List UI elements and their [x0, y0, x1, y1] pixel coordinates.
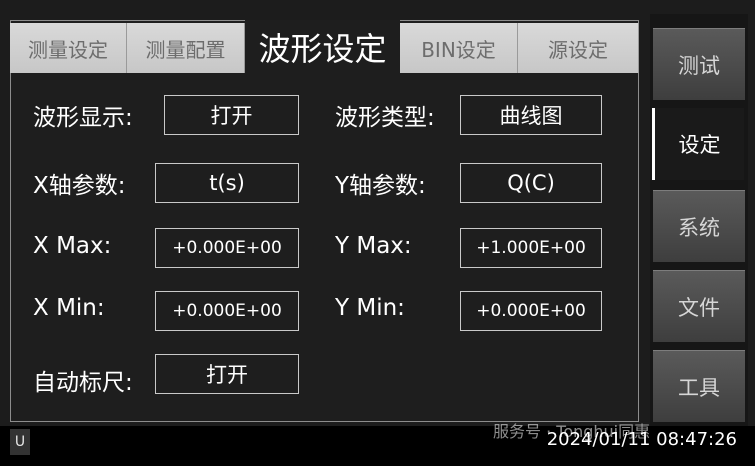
tab-measure-config[interactable]: 测量配置 — [127, 23, 245, 73]
usb-badge: U — [10, 429, 30, 455]
auto-scale-field[interactable]: 打开 — [155, 354, 299, 394]
nav-setup-button[interactable]: 设定 — [652, 108, 744, 180]
tab-source-setup[interactable]: 源设定 — [518, 23, 639, 73]
y-min-field[interactable]: +0.000E+00 — [460, 291, 602, 331]
tab-bar: 测量设定 测量配置 波形设定 BIN设定 源设定 — [10, 20, 639, 73]
wave-type-label: 波形类型: — [335, 105, 435, 131]
x-min-label: X Min: — [33, 295, 105, 321]
instrument-screen: 测量设定 测量配置 波形设定 BIN设定 源设定 波形显示: 打开 波形类型: … — [0, 0, 755, 466]
wave-display-label: 波形显示: — [33, 105, 133, 131]
tab-waveform-setup[interactable]: 波形设定 — [245, 20, 400, 73]
x-param-label: X轴参数: — [33, 173, 126, 199]
nav-test-button[interactable]: 测试 — [653, 28, 745, 100]
y-param-field[interactable]: Q(C) — [460, 163, 602, 203]
datetime: 2024/01/11 08:47:26 — [546, 429, 737, 450]
wave-type-field[interactable]: 曲线图 — [460, 95, 602, 135]
nav-file-button[interactable]: 文件 — [653, 270, 745, 342]
x-max-field[interactable]: +0.000E+00 — [155, 228, 299, 268]
tab-bin-setup[interactable]: BIN设定 — [400, 23, 518, 73]
nav-tools-button[interactable]: 工具 — [653, 350, 745, 422]
x-max-label: X Max: — [33, 233, 112, 259]
settings-panel — [10, 20, 639, 422]
x-param-field[interactable]: t(s) — [155, 163, 299, 203]
auto-scale-label: 自动标尺: — [33, 370, 133, 396]
y-max-field[interactable]: +1.000E+00 — [460, 228, 602, 268]
y-max-label: Y Max: — [335, 233, 412, 259]
y-min-label: Y Min: — [335, 295, 405, 321]
wave-display-field[interactable]: 打开 — [164, 95, 299, 135]
y-param-label: Y轴参数: — [335, 173, 426, 199]
x-min-field[interactable]: +0.000E+00 — [155, 291, 299, 331]
nav-system-button[interactable]: 系统 — [653, 190, 745, 262]
tab-measure-setup[interactable]: 测量设定 — [10, 23, 127, 73]
